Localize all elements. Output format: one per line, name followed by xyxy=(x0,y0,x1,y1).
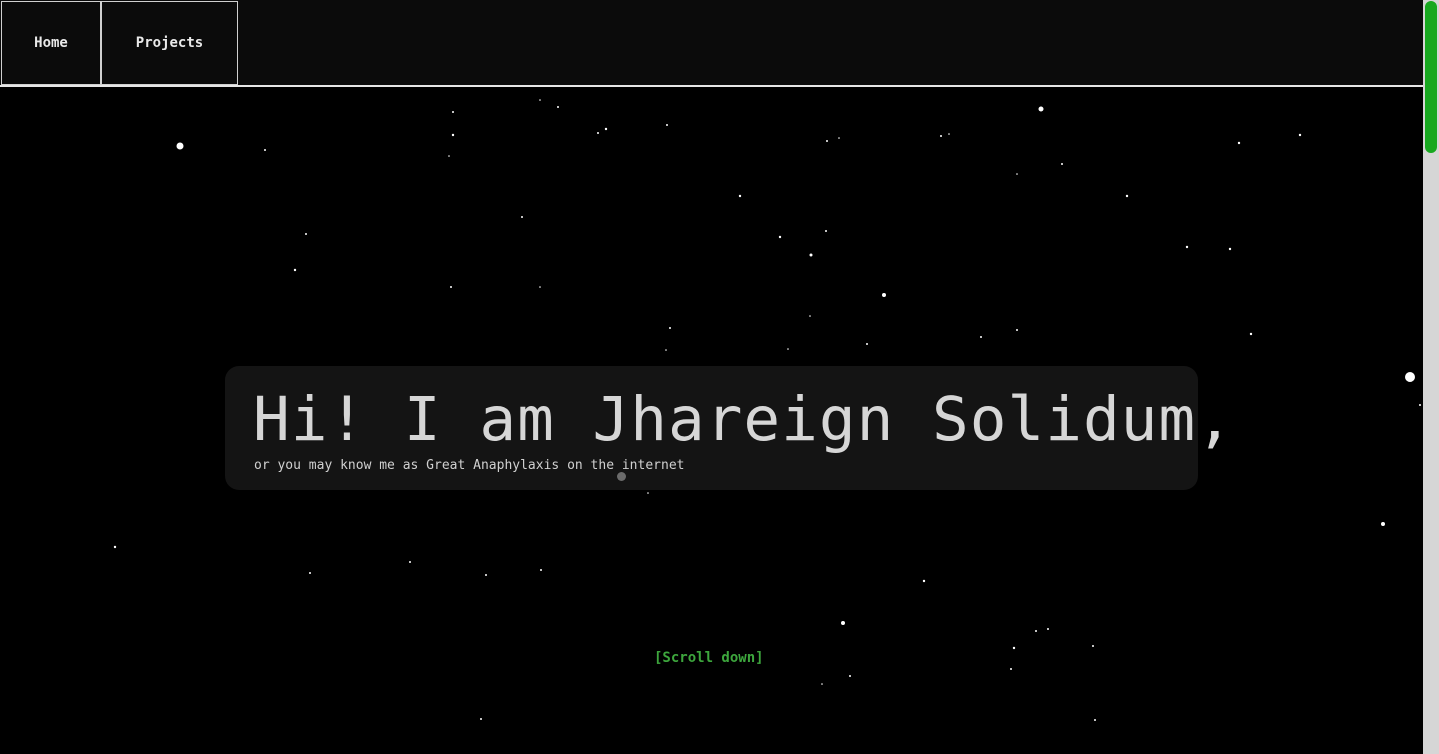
star xyxy=(1381,522,1385,526)
star xyxy=(778,235,782,239)
star xyxy=(452,111,454,113)
star xyxy=(1298,133,1302,137)
star xyxy=(1125,194,1129,198)
star xyxy=(1061,163,1063,165)
star xyxy=(1092,645,1094,647)
top-navbar: Home Projects xyxy=(0,0,1423,87)
star xyxy=(264,149,266,151)
star xyxy=(448,155,450,157)
star xyxy=(1185,245,1189,249)
hero-subtitle: or you may know me as Great Anaphylaxis … xyxy=(254,458,685,473)
scrollbar-thumb[interactable] xyxy=(1425,1,1437,153)
star xyxy=(176,142,184,150)
star xyxy=(1016,329,1018,331)
star xyxy=(1094,719,1096,721)
star xyxy=(838,137,840,139)
star xyxy=(882,293,886,297)
star xyxy=(826,140,828,142)
star xyxy=(1016,173,1018,175)
star xyxy=(669,327,671,329)
star xyxy=(922,579,926,583)
star xyxy=(948,133,950,135)
star xyxy=(647,492,649,494)
star xyxy=(1419,404,1421,406)
hero-card: Hi! I am Jhareign Solidum, or you may kn… xyxy=(225,366,1233,490)
star xyxy=(540,569,542,571)
star xyxy=(1405,372,1415,382)
star xyxy=(539,286,541,288)
star xyxy=(1038,106,1044,112)
star xyxy=(841,621,845,625)
star xyxy=(787,348,789,350)
vertical-scrollbar[interactable] xyxy=(1423,0,1439,754)
star xyxy=(521,216,523,218)
star xyxy=(1047,628,1049,630)
star xyxy=(809,315,811,317)
scroll-down-link[interactable]: [Scroll down] xyxy=(654,650,764,666)
star xyxy=(1237,141,1241,145)
star xyxy=(849,675,851,677)
star xyxy=(485,574,487,576)
star xyxy=(604,127,608,131)
star xyxy=(113,545,117,549)
star xyxy=(1249,332,1253,336)
star xyxy=(940,135,942,137)
star xyxy=(557,106,559,108)
nav-projects-button[interactable]: Projects xyxy=(101,1,238,85)
star xyxy=(809,253,813,257)
star xyxy=(305,233,307,235)
star xyxy=(293,268,297,272)
nav-home-button[interactable]: Home xyxy=(1,1,101,85)
star xyxy=(409,561,411,563)
star xyxy=(597,132,599,134)
star xyxy=(539,99,541,101)
star xyxy=(1035,630,1037,632)
star xyxy=(665,349,667,351)
hero-title: Hi! I am Jhareign Solidum, xyxy=(253,384,1234,455)
star xyxy=(451,133,455,137)
star xyxy=(309,572,311,574)
star xyxy=(1010,668,1012,670)
star xyxy=(980,336,982,338)
star xyxy=(450,286,452,288)
mouse-cursor-dot xyxy=(617,472,626,481)
star xyxy=(821,683,823,685)
page: Home Projects Hi! I am Jhareign Solidum,… xyxy=(0,0,1423,754)
star xyxy=(480,718,482,720)
star xyxy=(666,124,668,126)
star xyxy=(825,230,827,232)
star xyxy=(866,343,868,345)
star xyxy=(1012,646,1016,650)
star xyxy=(1228,247,1232,251)
star xyxy=(738,194,742,198)
